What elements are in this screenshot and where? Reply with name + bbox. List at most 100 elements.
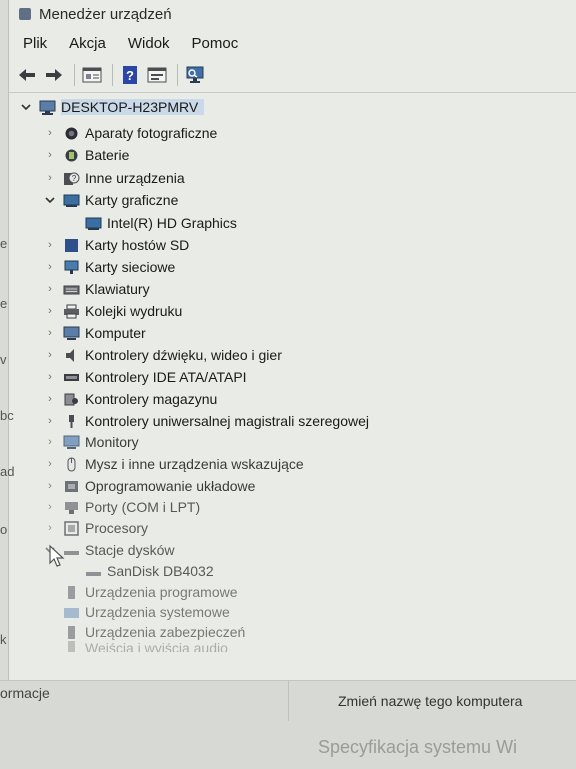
- expand-chevron-icon[interactable]: ›: [43, 521, 57, 535]
- background-text-fragment: k: [0, 632, 7, 647]
- title-bar: Menedżer urządzeń: [9, 0, 576, 28]
- menu-widok[interactable]: Widok: [120, 31, 178, 56]
- software-device-icon: [68, 585, 75, 599]
- network-adapter-icon: [64, 260, 79, 274]
- forward-button[interactable]: [42, 64, 66, 86]
- tree-node[interactable]: Wejścia i wyjścia audio: [57, 640, 228, 652]
- node-label: Kontrolery dźwięku, wideo i gier: [85, 347, 282, 363]
- expand-chevron-icon[interactable]: ›: [43, 348, 57, 362]
- tree-node[interactable]: › Kontrolery IDE ATA/ATAPI: [43, 366, 247, 388]
- forward-arrow-icon: [46, 69, 62, 81]
- node-label: Wejścia i wyjścia audio: [85, 640, 228, 652]
- expand-chevron-icon[interactable]: ›: [43, 500, 57, 514]
- expand-chevron-icon[interactable]: ›: [43, 457, 57, 471]
- rename-computer-link[interactable]: Zmień nazwę tego komputera: [338, 693, 522, 709]
- tree-child-node[interactable]: Intel(R) HD Graphics: [79, 212, 237, 234]
- properties-button[interactable]: [80, 64, 104, 86]
- tree-node[interactable]: › Oprogramowanie układowe: [43, 475, 255, 497]
- expand-chevron-icon[interactable]: ›: [43, 171, 57, 185]
- tree-node[interactable]: › Kontrolery uniwersalnej magistrali sze…: [43, 410, 369, 432]
- printer-icon: [64, 304, 79, 318]
- expand-chevron-icon[interactable]: ›: [43, 326, 57, 340]
- collapse-chevron-icon[interactable]: [43, 193, 57, 207]
- toolbar-separator: [74, 64, 75, 86]
- expand-chevron-icon[interactable]: ›: [43, 304, 57, 318]
- tree-node[interactable]: › Kontrolery dźwięku, wideo i gier: [43, 344, 282, 366]
- keyboard-icon: [63, 285, 80, 294]
- expand-chevron-icon[interactable]: ›: [43, 148, 57, 162]
- help-button[interactable]: ?: [118, 64, 142, 86]
- monitor-icon: [63, 435, 80, 449]
- node-label: Kontrolery uniwersalnej magistrali szere…: [85, 413, 370, 429]
- sd-host-icon: [65, 238, 78, 252]
- menu-bar: Plik Akcja Widok Pomoc: [9, 28, 576, 58]
- expand-chevron-icon[interactable]: ›: [43, 435, 57, 449]
- tree-node[interactable]: Urządzenia programowe: [57, 581, 238, 603]
- mouse-cursor-icon: [49, 544, 65, 567]
- tree-node[interactable]: › Mysz i inne urządzenia wskazujące: [43, 453, 304, 475]
- properties-icon: [82, 67, 102, 83]
- mouse-icon: [67, 457, 76, 471]
- display-adapter-icon: [85, 217, 102, 230]
- background-text-fragment: bc: [0, 408, 14, 423]
- tree-node[interactable]: › Klawiatury: [43, 278, 149, 300]
- expand-chevron-icon[interactable]: ›: [43, 238, 57, 252]
- node-label: Baterie: [85, 147, 130, 163]
- system-device-icon: [64, 607, 79, 618]
- node-label: Inne urządzenia: [85, 170, 185, 186]
- expand-chevron-icon[interactable]: ›: [43, 126, 57, 140]
- security-device-icon: [68, 625, 75, 639]
- window-title: Menedżer urządzeń: [39, 5, 172, 23]
- help-icon: ?: [123, 66, 137, 84]
- tree-node[interactable]: › Baterie: [43, 144, 129, 166]
- menu-akcja[interactable]: Akcja: [61, 31, 114, 56]
- tree-node[interactable]: › Aparaty fotograficzne: [43, 122, 217, 144]
- scan-hardware-icon: [186, 66, 204, 83]
- back-button[interactable]: [15, 64, 39, 86]
- battery-icon: [65, 149, 78, 161]
- update-driver-button[interactable]: [145, 64, 169, 86]
- device-tree: DESKTOP-H23PMRV › Aparaty fotograficzne …: [15, 94, 575, 654]
- tree-node[interactable]: › Monitory: [43, 431, 139, 453]
- expand-chevron-icon[interactable]: ›: [43, 479, 57, 493]
- node-label: Kolejki wydruku: [85, 303, 183, 319]
- ide-controller-icon: [64, 373, 79, 381]
- tree-node[interactable]: › Procesory: [43, 517, 148, 539]
- expand-chevron-icon[interactable]: ›: [43, 414, 57, 428]
- menu-pomoc[interactable]: Pomoc: [184, 31, 247, 56]
- menu-plik[interactable]: Plik: [15, 31, 55, 56]
- toolbar: ?: [9, 58, 576, 93]
- node-label: Oprogramowanie układowe: [85, 478, 256, 494]
- tree-node[interactable]: › Karty hostów SD: [43, 234, 189, 256]
- tree-node[interactable]: Karty graficzne: [43, 189, 178, 211]
- collapse-chevron-icon[interactable]: [19, 100, 33, 114]
- node-label: Intel(R) HD Graphics: [107, 215, 237, 231]
- tree-node[interactable]: Urządzenia systemowe: [57, 601, 230, 623]
- expand-chevron-icon[interactable]: ›: [43, 260, 57, 274]
- system-spec-heading: Specyfikacja systemu Wi: [318, 737, 518, 757]
- expand-chevron-icon[interactable]: ›: [43, 370, 57, 384]
- unknown-device-icon: ?: [64, 172, 80, 185]
- display-adapter-icon: [63, 194, 80, 207]
- processor-icon: [64, 520, 79, 536]
- node-label: Urządzenia systemowe: [85, 604, 230, 620]
- tree-node[interactable]: › Karty sieciowe: [43, 256, 175, 278]
- tree-node[interactable]: › Komputer: [43, 322, 146, 344]
- tree-child-node[interactable]: SanDisk DB4032: [79, 560, 214, 582]
- tree-node[interactable]: › Kontrolery magazynu: [43, 388, 217, 410]
- svg-text:?: ?: [72, 174, 77, 183]
- tree-node[interactable]: › Kolejki wydruku: [43, 300, 182, 322]
- node-label: Urządzenia programowe: [85, 584, 238, 600]
- node-label: Komputer: [85, 325, 146, 341]
- tree-node[interactable]: › Porty (COM i LPT): [43, 496, 200, 518]
- node-label: Kontrolery IDE ATA/ATAPI: [85, 369, 247, 385]
- device-manager-icon: [19, 8, 31, 20]
- tree-root[interactable]: DESKTOP-H23PMRV: [19, 96, 205, 118]
- scan-hardware-button[interactable]: [183, 64, 207, 86]
- tree-node[interactable]: › ? Inne urządzenia: [43, 167, 185, 189]
- expand-chevron-icon[interactable]: ›: [43, 392, 57, 406]
- node-label: Aparaty fotograficzne: [85, 125, 218, 141]
- background-text-fragment: o: [0, 522, 8, 537]
- computer-icon: [63, 326, 80, 340]
- expand-chevron-icon[interactable]: ›: [43, 282, 57, 296]
